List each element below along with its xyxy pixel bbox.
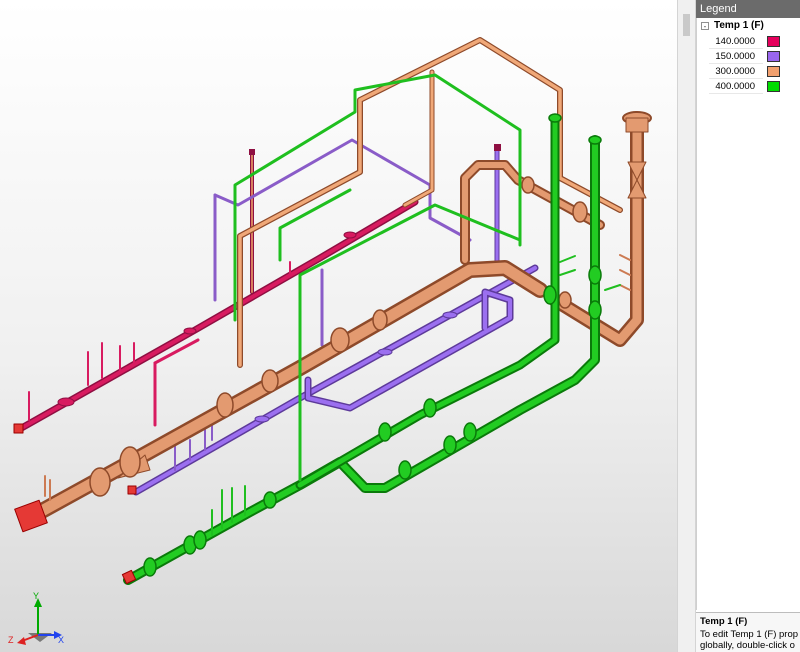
color-swatch[interactable]: [767, 81, 780, 92]
info-title: Temp 1 (F): [700, 616, 748, 627]
axis-label-x: X: [58, 635, 64, 645]
legend-value: 300.0000: [709, 64, 763, 79]
legend-row[interactable]: 300.0000: [697, 64, 800, 79]
legend-row[interactable]: 150.0000: [697, 49, 800, 64]
legend-value: 140.0000: [709, 34, 763, 49]
legend-group-label: Temp 1 (F): [714, 20, 764, 31]
color-swatch[interactable]: [767, 66, 780, 77]
panel-splitter[interactable]: [677, 0, 696, 652]
piping-model[interactable]: Y Z X: [0, 0, 677, 652]
axis-label-z: Z: [8, 635, 14, 645]
legend-panel: Legend - Temp 1 (F) 140.0000 150.0000 30…: [696, 0, 800, 652]
legend-title: Legend: [696, 0, 800, 18]
info-text-line: globally, double-click o: [700, 640, 795, 651]
axis-label-y: Y: [33, 591, 39, 601]
collapse-icon[interactable]: -: [701, 22, 709, 31]
scroll-thumb[interactable]: [683, 14, 690, 36]
color-swatch[interactable]: [767, 51, 780, 62]
color-swatch[interactable]: [767, 36, 780, 47]
axis-triad: Y Z X: [8, 591, 64, 645]
legend-row[interactable]: 400.0000: [697, 79, 800, 94]
pipe-end-cap[interactable]: [13, 423, 24, 434]
property-info-panel: Temp 1 (F) To edit Temp 1 (F) prop globa…: [696, 612, 800, 652]
legend-body: - Temp 1 (F) 140.0000 150.0000 300.0000 …: [696, 18, 800, 610]
info-text-line: To edit Temp 1 (F) prop: [700, 629, 799, 640]
legend-group-temp1[interactable]: - Temp 1 (F): [697, 18, 800, 34]
legend-value: 150.0000: [709, 49, 763, 64]
legend-value: 400.0000: [709, 79, 763, 94]
legend-row[interactable]: 140.0000: [697, 34, 800, 49]
model-viewport[interactable]: Y Z X: [0, 0, 677, 652]
